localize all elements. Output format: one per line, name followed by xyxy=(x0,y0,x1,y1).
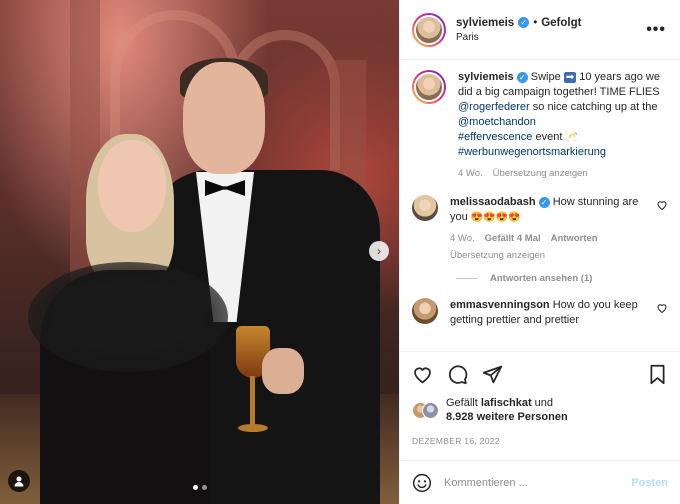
caption: sylviemeis ✓ Swipe ➡ 10 years ago we did… xyxy=(412,70,668,181)
verified-badge-icon: ✓ xyxy=(516,72,528,83)
bookmark-icon[interactable] xyxy=(647,364,668,385)
caption-text: so nice catching up at the xyxy=(532,101,658,113)
carousel-dot-active xyxy=(192,485,198,490)
heart-icon[interactable] xyxy=(656,302,668,314)
likes-summary[interactable]: Gefällt lafischkat und 8.928 weitere Per… xyxy=(412,396,668,424)
tagged-users-button[interactable] xyxy=(8,470,30,492)
instagram-post: › sylviemeis ✓ • Gefolgt Paris ••• sylvi… xyxy=(0,0,680,504)
carousel-next-button[interactable]: › xyxy=(369,241,389,261)
post-side-panel: sylviemeis ✓ • Gefolgt Paris ••• sylviem… xyxy=(399,0,680,504)
likes-conj: und xyxy=(534,397,554,409)
following-button[interactable]: Gefolgt xyxy=(541,17,581,29)
comment: melissaodabash ✓ How stunning are you 😍😍… xyxy=(412,195,668,263)
comment-form: Posten xyxy=(400,460,680,504)
glass-stem xyxy=(250,376,255,426)
caption-time[interactable]: 4 Wo. xyxy=(458,166,483,181)
liker-username[interactable]: lafischkat xyxy=(481,397,532,409)
comment-time[interactable]: 4 Wo. xyxy=(450,231,475,246)
woman-head xyxy=(98,140,166,232)
liker-avatar xyxy=(422,402,439,419)
arrow-emoji: ➡ xyxy=(563,72,577,83)
caption-text: Swipe xyxy=(530,71,561,83)
view-replies-button[interactable]: Antworten ansehen (1) xyxy=(456,273,668,284)
feather-boa xyxy=(28,262,228,372)
comment-input[interactable] xyxy=(444,476,632,489)
post-date[interactable]: DEZEMBER 16, 2022 xyxy=(412,436,668,446)
event-emoji: 🥂 xyxy=(565,132,578,143)
verified-badge-icon: ✓ xyxy=(538,197,550,208)
commenter-avatar[interactable] xyxy=(412,195,438,221)
view-replies-label: Antworten ansehen (1) xyxy=(490,273,593,284)
hashtag-link[interactable]: #effervescence xyxy=(458,131,532,143)
caption-avatar[interactable] xyxy=(412,70,446,104)
heart-icon[interactable] xyxy=(656,199,668,211)
share-paper-plane-icon[interactable] xyxy=(482,364,503,385)
commenter-avatar[interactable] xyxy=(412,298,438,324)
location-link[interactable]: Paris xyxy=(456,32,644,43)
chevron-right-icon: › xyxy=(377,244,381,258)
comment-username[interactable]: emmasvenningson xyxy=(450,299,550,311)
comment-emojis: 😍😍😍😍 xyxy=(470,212,521,223)
caption-username[interactable]: sylviemeis xyxy=(458,71,514,83)
liker-avatars xyxy=(412,400,440,420)
comment-username[interactable]: melissaodabash xyxy=(450,196,536,208)
hand xyxy=(262,348,304,394)
comment-likes[interactable]: Gefällt 4 Mal xyxy=(485,231,541,246)
more-options-icon[interactable]: ••• xyxy=(644,21,668,39)
reply-button[interactable]: Antworten xyxy=(551,231,598,246)
translate-link[interactable]: Übersetzung anzeigen xyxy=(493,166,588,181)
post-photo[interactable]: › xyxy=(0,0,399,504)
carousel-dots xyxy=(0,485,399,490)
comments-list[interactable]: sylviemeis ✓ Swipe ➡ 10 years ago we did… xyxy=(400,60,680,351)
man-head xyxy=(183,62,265,174)
action-bar: Gefällt lafischkat und 8.928 weitere Per… xyxy=(400,351,680,446)
translate-link[interactable]: Übersetzung anzeigen xyxy=(450,248,545,263)
like-heart-icon[interactable] xyxy=(412,364,433,385)
likes-prefix: Gefällt xyxy=(446,397,478,409)
glass-base xyxy=(238,424,268,432)
likes-others[interactable]: 8.928 weitere Personen xyxy=(446,411,568,423)
header-text: sylviemeis ✓ • Gefolgt Paris xyxy=(456,17,644,43)
caption-text: event xyxy=(535,131,563,143)
author-username[interactable]: sylviemeis xyxy=(456,17,514,29)
hashtag-link[interactable]: #werbunwegenortsmarkierung xyxy=(458,146,606,158)
post-header: sylviemeis ✓ • Gefolgt Paris ••• xyxy=(400,0,680,60)
separator: • xyxy=(533,16,538,29)
user-icon xyxy=(14,476,24,487)
carousel-dot xyxy=(201,485,207,490)
mention-link[interactable]: @moetchandon xyxy=(458,116,536,128)
verified-badge-icon: ✓ xyxy=(518,17,530,28)
comment-bubble-icon[interactable] xyxy=(447,364,468,385)
author-avatar[interactable] xyxy=(412,12,446,47)
mention-link[interactable]: @rogerfederer xyxy=(458,101,530,113)
smile-icon[interactable] xyxy=(412,473,432,493)
likes-text: Gefällt lafischkat und 8.928 weitere Per… xyxy=(446,396,568,424)
comment: emmasvenningson How do you keep getting … xyxy=(412,298,668,328)
replies-divider xyxy=(456,278,478,279)
post-comment-button[interactable]: Posten xyxy=(631,477,668,489)
